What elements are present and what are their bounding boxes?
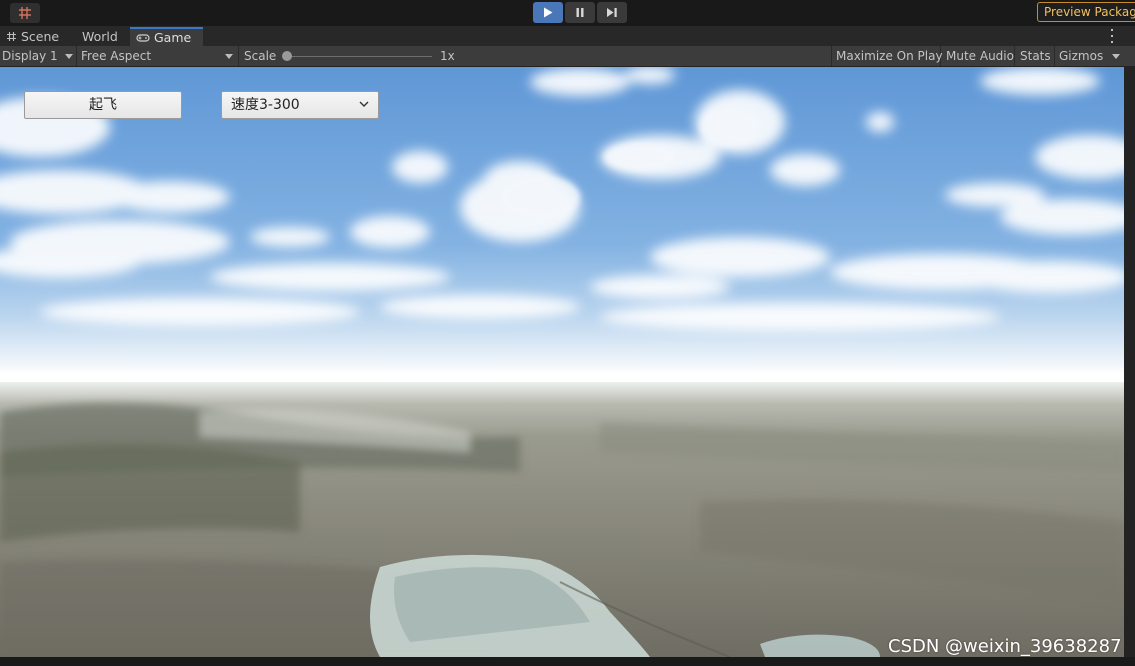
chevron-down-icon xyxy=(65,54,73,59)
speed-dropdown[interactable]: 速度3-300 xyxy=(221,91,379,119)
chevron-down-icon xyxy=(359,101,369,108)
grid-snap-icon xyxy=(18,6,32,20)
bottom-status-strip xyxy=(0,657,1135,666)
view-tabs: Scene World Game xyxy=(0,26,1135,46)
chevron-down-icon xyxy=(1112,54,1120,59)
gizmos-label: Gizmos xyxy=(1059,49,1104,63)
aspect-dropdown[interactable]: Free Aspect xyxy=(77,46,239,66)
grid-snap-button[interactable] xyxy=(10,3,40,23)
takeoff-button[interactable]: 起飞 xyxy=(24,91,182,119)
stats-toggle[interactable]: Stats xyxy=(1015,46,1055,66)
scale-value: 1x xyxy=(440,49,455,63)
tab-scene-label: Scene xyxy=(21,29,60,44)
chevron-down-icon xyxy=(225,54,233,59)
scale-label: Scale xyxy=(244,49,277,63)
terrain-features xyxy=(0,403,1124,657)
game-view-controls: Display 1 Free Aspect Scale 1x Maximize … xyxy=(0,46,1135,67)
main-toolbar: Preview Packag xyxy=(0,0,1135,26)
speed-dropdown-label: 速度3-300 xyxy=(231,97,300,113)
play-button[interactable] xyxy=(533,2,563,23)
pause-icon xyxy=(575,7,585,18)
play-icon xyxy=(543,7,553,18)
pause-button[interactable] xyxy=(565,2,595,23)
gamepad-icon xyxy=(136,33,150,43)
display-dropdown[interactable]: Display 1 xyxy=(0,46,77,66)
tab-game[interactable]: Game xyxy=(130,27,203,46)
scale-slider-handle[interactable] xyxy=(282,51,292,61)
preview-packages-button[interactable]: Preview Packag xyxy=(1037,2,1135,22)
tab-world[interactable]: World xyxy=(76,27,130,46)
step-icon xyxy=(606,7,618,18)
hash-icon xyxy=(6,31,17,42)
terrain xyxy=(0,382,1124,657)
step-button[interactable] xyxy=(597,2,627,23)
tab-menu-icon[interactable] xyxy=(1107,29,1117,43)
viewport-scrollbar[interactable] xyxy=(1124,67,1135,657)
mute-audio-toggle[interactable]: Mute Audio xyxy=(941,46,1015,66)
tab-world-label: World xyxy=(82,29,118,44)
aspect-label: Free Aspect xyxy=(81,49,152,63)
play-controls xyxy=(533,2,627,23)
game-viewport[interactable]: 起飞 速度3-300 xyxy=(0,67,1124,657)
display-label: Display 1 xyxy=(2,49,58,63)
maximize-on-play-toggle[interactable]: Maximize On Play xyxy=(831,46,943,66)
watermark: CSDN @weixin_39638287 xyxy=(888,636,1122,657)
tab-game-label: Game xyxy=(154,30,192,45)
tab-scene[interactable]: Scene xyxy=(0,27,76,46)
scale-slider-track[interactable] xyxy=(287,56,432,57)
gizmos-dropdown[interactable]: Gizmos xyxy=(1055,46,1135,66)
